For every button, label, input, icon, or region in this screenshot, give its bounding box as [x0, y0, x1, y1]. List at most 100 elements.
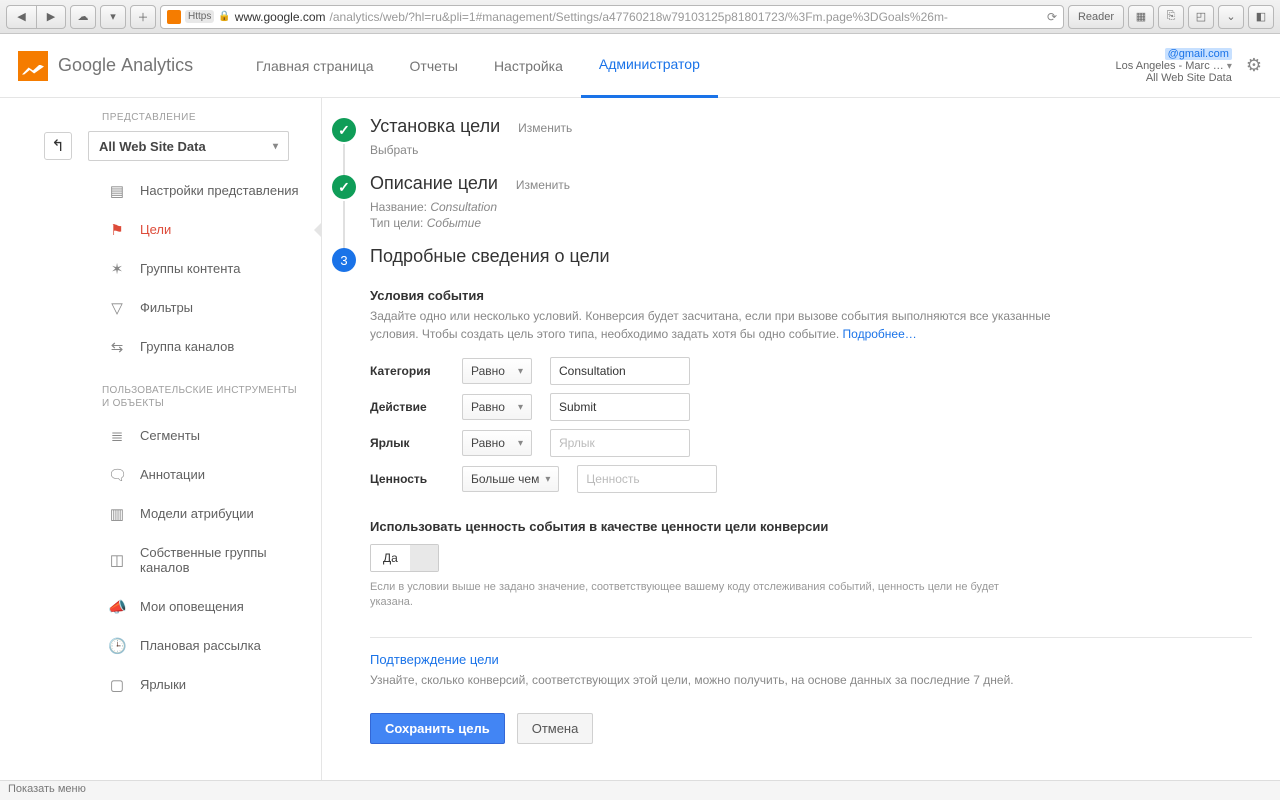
- https-badge: Https: [185, 10, 214, 23]
- nav-forward-button[interactable]: ▶: [36, 5, 66, 29]
- step-1-subtitle: Выбрать: [370, 143, 1252, 157]
- verify-goal-link[interactable]: Подтверждение цели: [370, 652, 1252, 667]
- toolbar-icon-5[interactable]: ◧: [1248, 5, 1274, 29]
- nav-back-button[interactable]: ◀: [6, 5, 36, 29]
- sidebar-item-label: Сегменты: [140, 428, 200, 443]
- sidebar-group-label: ПОЛЬЗОВАТЕЛЬСКИЕ ИНСТРУМЕНТЫ И ОБЪЕКТЫ: [0, 366, 321, 416]
- toolbar-icon-2[interactable]: ⎘: [1158, 5, 1184, 29]
- cond-row-value: Ценность Больше чем▾: [370, 465, 1252, 493]
- lock-icon: 🔒: [218, 11, 230, 22]
- step-2-title: Описание цели: [370, 173, 498, 194]
- sidebar-item-label: Группа каналов: [140, 339, 234, 354]
- sidebar-item-scheduled-email[interactable]: 🕒 Плановая рассылка: [0, 626, 321, 665]
- person-icon: ✶: [108, 260, 126, 278]
- dropdown-icon[interactable]: ▾: [100, 5, 126, 29]
- step-1: Установка цели Изменить Выбрать: [332, 116, 1252, 157]
- sidebar-item-label: Аннотации: [140, 467, 205, 482]
- nav-admin[interactable]: Администратор: [581, 34, 718, 98]
- account-view: All Web Site Data: [1146, 72, 1232, 84]
- cond-op-category[interactable]: Равно▾: [462, 358, 532, 384]
- learn-more-link[interactable]: Подробнее…: [843, 327, 917, 341]
- nav-settings[interactable]: Настройка: [476, 34, 581, 98]
- use-value-toggle[interactable]: Да: [370, 544, 439, 572]
- step-done-icon: [332, 118, 356, 142]
- step-1-title: Установка цели: [370, 116, 500, 137]
- step-2-type: Тип цели: Событие: [370, 216, 1252, 230]
- cond-op-label[interactable]: Равно▾: [462, 430, 532, 456]
- sidebar-item-shortcuts[interactable]: ▢ Ярлыки: [0, 665, 321, 704]
- sidebar-item-goals[interactable]: ⚑ Цели: [0, 210, 321, 249]
- toolbar-icon-4[interactable]: ⌄: [1218, 5, 1244, 29]
- cond-input-action[interactable]: [550, 393, 690, 421]
- goal-details: Условия события Задайте одно или несколь…: [332, 288, 1252, 744]
- sidebar-item-own-channel-groups[interactable]: ◫ Собственные группы каналов: [0, 533, 321, 587]
- step-active-badge: 3: [332, 248, 356, 272]
- sidebar-back-button[interactable]: ↰: [44, 132, 72, 160]
- toolbar-icon-3[interactable]: ◰: [1188, 5, 1214, 29]
- step-3: 3 Подробные сведения о цели: [332, 246, 1252, 272]
- cond-label-category: Категория: [370, 364, 444, 378]
- use-value-heading: Использовать ценность события в качестве…: [370, 519, 1252, 534]
- account-property: Los Angeles - Marc …: [1116, 60, 1224, 72]
- cond-row-category: Категория Равно▾: [370, 357, 1252, 385]
- cond-op-value[interactable]: Больше чем▾: [462, 466, 559, 492]
- clock-icon: 🕒: [108, 637, 126, 655]
- step-1-edit-link[interactable]: Изменить: [518, 121, 572, 135]
- chevron-down-icon: ▾: [273, 141, 278, 152]
- url-path: /analytics/web/?hl=ru&pli=1#management/S…: [330, 10, 948, 24]
- cond-input-label[interactable]: [550, 429, 690, 457]
- cond-row-label: Ярлык Равно▾: [370, 429, 1252, 457]
- chart-icon: ▥: [108, 505, 126, 523]
- flag-icon: ⚑: [108, 221, 126, 239]
- save-button[interactable]: Сохранить цель: [370, 713, 505, 744]
- cancel-button[interactable]: Отмена: [517, 713, 594, 744]
- step-2-edit-link[interactable]: Изменить: [516, 178, 570, 192]
- step-2: Описание цели Изменить Название: Consult…: [332, 173, 1252, 230]
- sidebar-item-annotations[interactable]: 🗨 Аннотации: [0, 455, 321, 494]
- channels-icon: ⇆: [108, 338, 126, 356]
- cond-op-action[interactable]: Равно▾: [462, 394, 532, 420]
- filter-icon: ▽: [108, 299, 126, 317]
- toggle-no[interactable]: [410, 545, 438, 571]
- sidebar-item-label: Цели: [140, 222, 171, 237]
- sidebar-item-filters[interactable]: ▽ Фильтры: [0, 288, 321, 327]
- add-tab-button[interactable]: ＋: [130, 5, 156, 29]
- sidebar-item-segments[interactable]: ≣ Сегменты: [0, 416, 321, 455]
- cond-input-category[interactable]: [550, 357, 690, 385]
- sidebar-item-view-settings[interactable]: ▤ Настройки представления: [0, 171, 321, 210]
- step-3-title: Подробные сведения о цели: [370, 246, 610, 267]
- logo-text: Google Analytics: [58, 55, 193, 76]
- sidebar: ПРЕДСТАВЛЕНИЕ ↰ All Web Site Data ▾ ▤ На…: [0, 98, 322, 780]
- favicon-icon: [167, 10, 181, 24]
- sidebar-item-label: Плановая рассылка: [140, 638, 261, 653]
- sidebar-item-label: Группы контента: [140, 261, 240, 276]
- sidebar-item-content-groups[interactable]: ✶ Группы контента: [0, 249, 321, 288]
- toolbar-icon-1[interactable]: ▦: [1128, 5, 1154, 29]
- reload-icon[interactable]: ⟳: [1047, 10, 1057, 24]
- nav-home[interactable]: Главная страница: [238, 34, 392, 98]
- sidebar-item-alerts[interactable]: 📣 Мои оповещения: [0, 587, 321, 626]
- sidebar-item-attribution[interactable]: ▥ Модели атрибуции: [0, 494, 321, 533]
- reader-button[interactable]: Reader: [1068, 5, 1124, 29]
- sidebar-section-label: ПРЕДСТАВЛЕНИЕ: [0, 106, 321, 127]
- segments-icon: ≣: [108, 427, 126, 445]
- cond-input-value[interactable]: [577, 465, 717, 493]
- app-logo[interactable]: Google Analytics: [18, 51, 238, 81]
- view-dropdown[interactable]: All Web Site Data ▾: [88, 131, 289, 161]
- gear-icon[interactable]: ⚙: [1246, 55, 1262, 76]
- main-content: Установка цели Изменить Выбрать Описание…: [322, 98, 1280, 780]
- document-icon: ▤: [108, 182, 126, 200]
- sidebar-item-label: Настройки представления: [140, 183, 299, 198]
- use-value-hint: Если в условии выше не задано значение, …: [370, 580, 1010, 611]
- toggle-yes[interactable]: Да: [371, 545, 410, 571]
- sidebar-item-label: Фильтры: [140, 300, 193, 315]
- cond-row-action: Действие Равно▾: [370, 393, 1252, 421]
- cloud-icon[interactable]: ☁: [70, 5, 96, 29]
- account-area[interactable]: @gmail.com Los Angeles - Marc … ▾ All We…: [1116, 48, 1262, 84]
- url-bar[interactable]: Https 🔒 www.google.com/analytics/web/?hl…: [160, 5, 1064, 29]
- url-host: www.google.com: [235, 10, 326, 24]
- step-2-name: Название: Consultation: [370, 200, 1252, 214]
- nav-reports[interactable]: Отчеты: [392, 34, 476, 98]
- sidebar-item-channel-group[interactable]: ⇆ Группа каналов: [0, 327, 321, 366]
- annotation-icon: 🗨: [108, 466, 126, 484]
